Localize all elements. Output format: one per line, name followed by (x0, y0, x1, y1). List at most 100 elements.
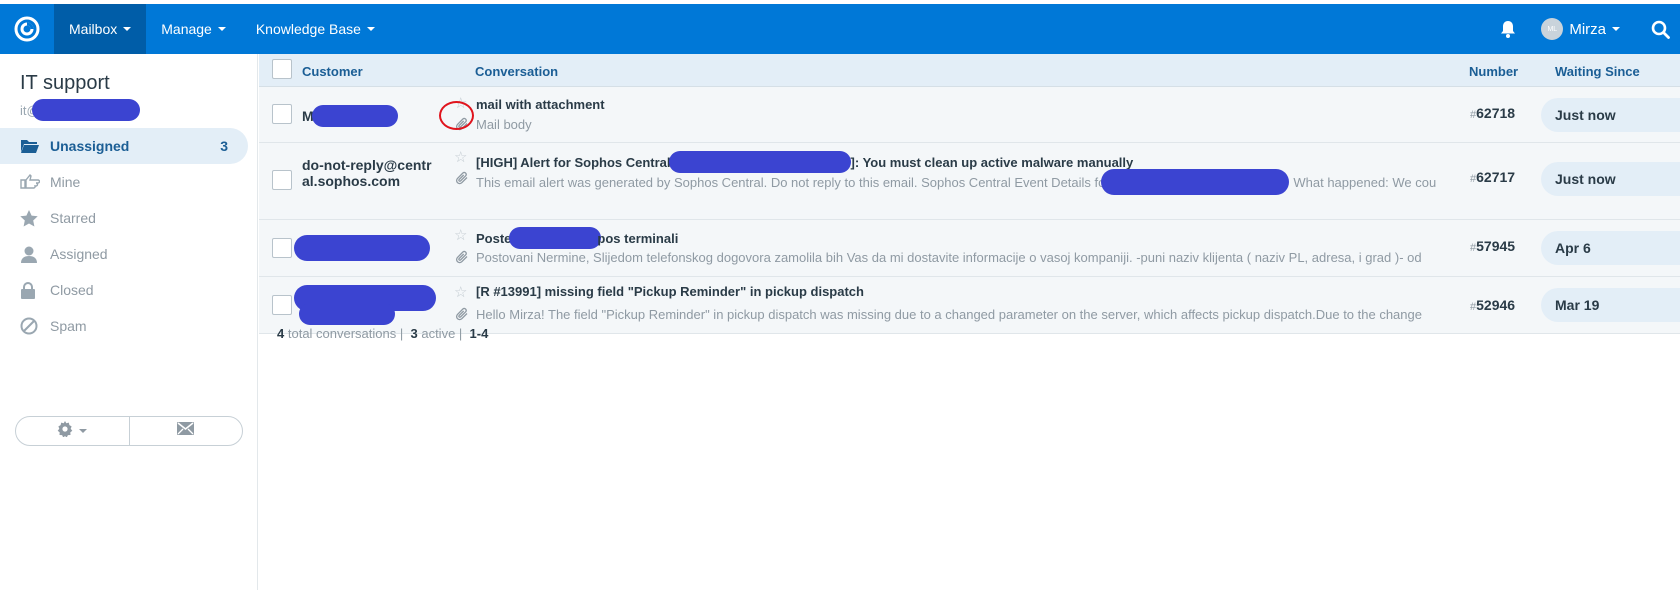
waiting-since-badge: Just now (1541, 162, 1680, 196)
column-header-waiting[interactable]: Waiting Since (1555, 64, 1640, 79)
envelope-icon (177, 422, 195, 440)
sidebar-actions (15, 416, 243, 446)
redaction-mark (32, 99, 140, 121)
list-footer: 4 total conversations | 3 active | 1-4 (277, 326, 488, 341)
folder-list: Unassigned 3 Mine Starred Assigned Close… (0, 128, 248, 344)
star-icon[interactable]: ☆ (454, 148, 467, 166)
sidebar-item-label: Assigned (50, 246, 108, 262)
caret-down-icon (123, 27, 132, 31)
row-checkbox[interactable] (272, 170, 292, 190)
new-conversation-button[interactable] (130, 417, 243, 445)
conversation-number: #62717 (1470, 169, 1515, 185)
redaction-mark (299, 303, 395, 325)
top-navbar: Mailbox Manage Knowledge Base ML Mirza (0, 4, 1680, 54)
folder-open-icon (20, 138, 42, 154)
redaction-mark (1101, 169, 1290, 195)
sidebar-item-label: Closed (50, 282, 94, 298)
page-range: 1-4 (469, 326, 489, 341)
caret-down-icon (366, 27, 375, 31)
conversation-subject: Poste pos terminali (476, 227, 678, 249)
avatar: ML (1541, 18, 1564, 40)
select-all-checkbox[interactable] (272, 59, 292, 79)
nav-mailbox[interactable]: Mailbox (54, 4, 147, 54)
row-checkbox[interactable] (272, 104, 292, 124)
table-header: Customer Conversation Number Waiting Sin… (259, 54, 1680, 87)
ban-icon (20, 317, 42, 335)
row-checkbox[interactable] (272, 238, 292, 258)
active-count: 3 (410, 326, 418, 341)
customer-name: M (302, 105, 398, 127)
nav-mailbox-label: Mailbox (69, 21, 118, 37)
redaction-mark (294, 235, 430, 261)
sidebar-item-label: Mine (50, 174, 81, 190)
user-menu[interactable]: ML Mirza (1541, 18, 1620, 40)
conversation-number: #52946 (1470, 297, 1515, 313)
nav-knowledge-base[interactable]: Knowledge Base (241, 4, 390, 54)
nav-manage[interactable]: Manage (146, 4, 241, 54)
active-label: active | (421, 326, 463, 341)
mailbox-settings-button[interactable] (16, 417, 130, 445)
sidebar-item-starred[interactable]: Starred (0, 200, 248, 236)
paperclip-icon (455, 171, 469, 190)
sidebar-item-unassigned[interactable]: Unassigned 3 (0, 128, 248, 164)
mailbox-title: IT support (20, 72, 110, 94)
caret-down-icon (79, 429, 88, 433)
hand-point-icon (20, 174, 42, 190)
top-right-controls: ML Mirza (1493, 4, 1680, 54)
bell-icon[interactable] (1493, 4, 1523, 54)
sidebar-item-label: Spam (50, 318, 87, 334)
nav-manage-label: Manage (161, 21, 212, 37)
sidebar-item-spam[interactable]: Spam (0, 308, 248, 344)
sidebar-item-assigned[interactable]: Assigned (0, 236, 248, 272)
column-header-number[interactable]: Number (1469, 64, 1518, 79)
waiting-since-badge: Mar 19 (1541, 288, 1680, 322)
subject-start: Poste (476, 230, 512, 246)
number-value: 62717 (1476, 169, 1516, 185)
waiting-since-badge: Apr 6 (1541, 231, 1680, 265)
subject-end: ]: You must clean up active malware manu… (850, 154, 1134, 170)
paperclip-icon (455, 250, 469, 269)
sidebar-item-closed[interactable]: Closed (0, 272, 248, 308)
preview-start: This email alert was generated by Sophos… (476, 174, 1106, 190)
number-value: 62718 (1476, 105, 1516, 121)
column-header-conversation[interactable]: Conversation (475, 64, 558, 79)
user-icon (20, 246, 42, 263)
redaction-mark (509, 227, 602, 249)
gear-icon (57, 420, 73, 442)
conversation-subject: [R #13991] missing field "Pickup Reminde… (476, 284, 864, 299)
conversation-list: Customer Conversation Number Waiting Sin… (259, 54, 1680, 590)
caret-down-icon (217, 27, 226, 31)
sidebar-item-label: Unassigned (50, 138, 130, 154)
total-label: total conversations | (287, 326, 404, 341)
star-icon (20, 209, 42, 227)
mailbox-email: it@ (20, 99, 140, 121)
search-icon[interactable] (1640, 4, 1680, 54)
table-row[interactable]: ☆ Poste pos terminali Postovani Nermine,… (259, 220, 1680, 277)
sidebar: IT support it@ Unassigned 3 Mine Starred… (0, 54, 258, 590)
conversation-number: #62718 (1470, 105, 1515, 121)
sidebar-item-label: Starred (50, 210, 96, 226)
star-icon[interactable]: ☆ (454, 226, 467, 244)
paperclip-icon (455, 307, 469, 326)
folder-count: 3 (220, 138, 228, 154)
lock-icon (20, 281, 42, 299)
redaction-mark (311, 105, 398, 127)
conversation-number: #57945 (1470, 238, 1515, 254)
waiting-since-badge: Just now (1541, 98, 1680, 132)
subject-start: [HIGH] Alert for Sophos Central (476, 154, 671, 170)
app-logo-icon[interactable] (0, 4, 54, 54)
row-checkbox[interactable] (272, 295, 292, 315)
table-row[interactable]: do-not-reply@central.sophos.com ☆ [HIGH]… (259, 143, 1680, 220)
column-header-customer[interactable]: Customer (302, 64, 363, 79)
caret-down-icon (1612, 27, 1620, 31)
table-row[interactable]: M ☆ mail with attachment Mail body #6271… (259, 87, 1680, 143)
total-count: 4 (277, 326, 285, 341)
star-icon[interactable]: ☆ (454, 283, 467, 301)
number-value: 57945 (1476, 238, 1516, 254)
conversation-subject: mail with attachment (476, 97, 605, 112)
preview-end: What happened: We cou (1293, 174, 1437, 190)
annotation-circle (439, 101, 474, 130)
user-name: Mirza (1569, 20, 1606, 38)
subject-end: pos terminali (597, 230, 679, 246)
sidebar-item-mine[interactable]: Mine (0, 164, 248, 200)
